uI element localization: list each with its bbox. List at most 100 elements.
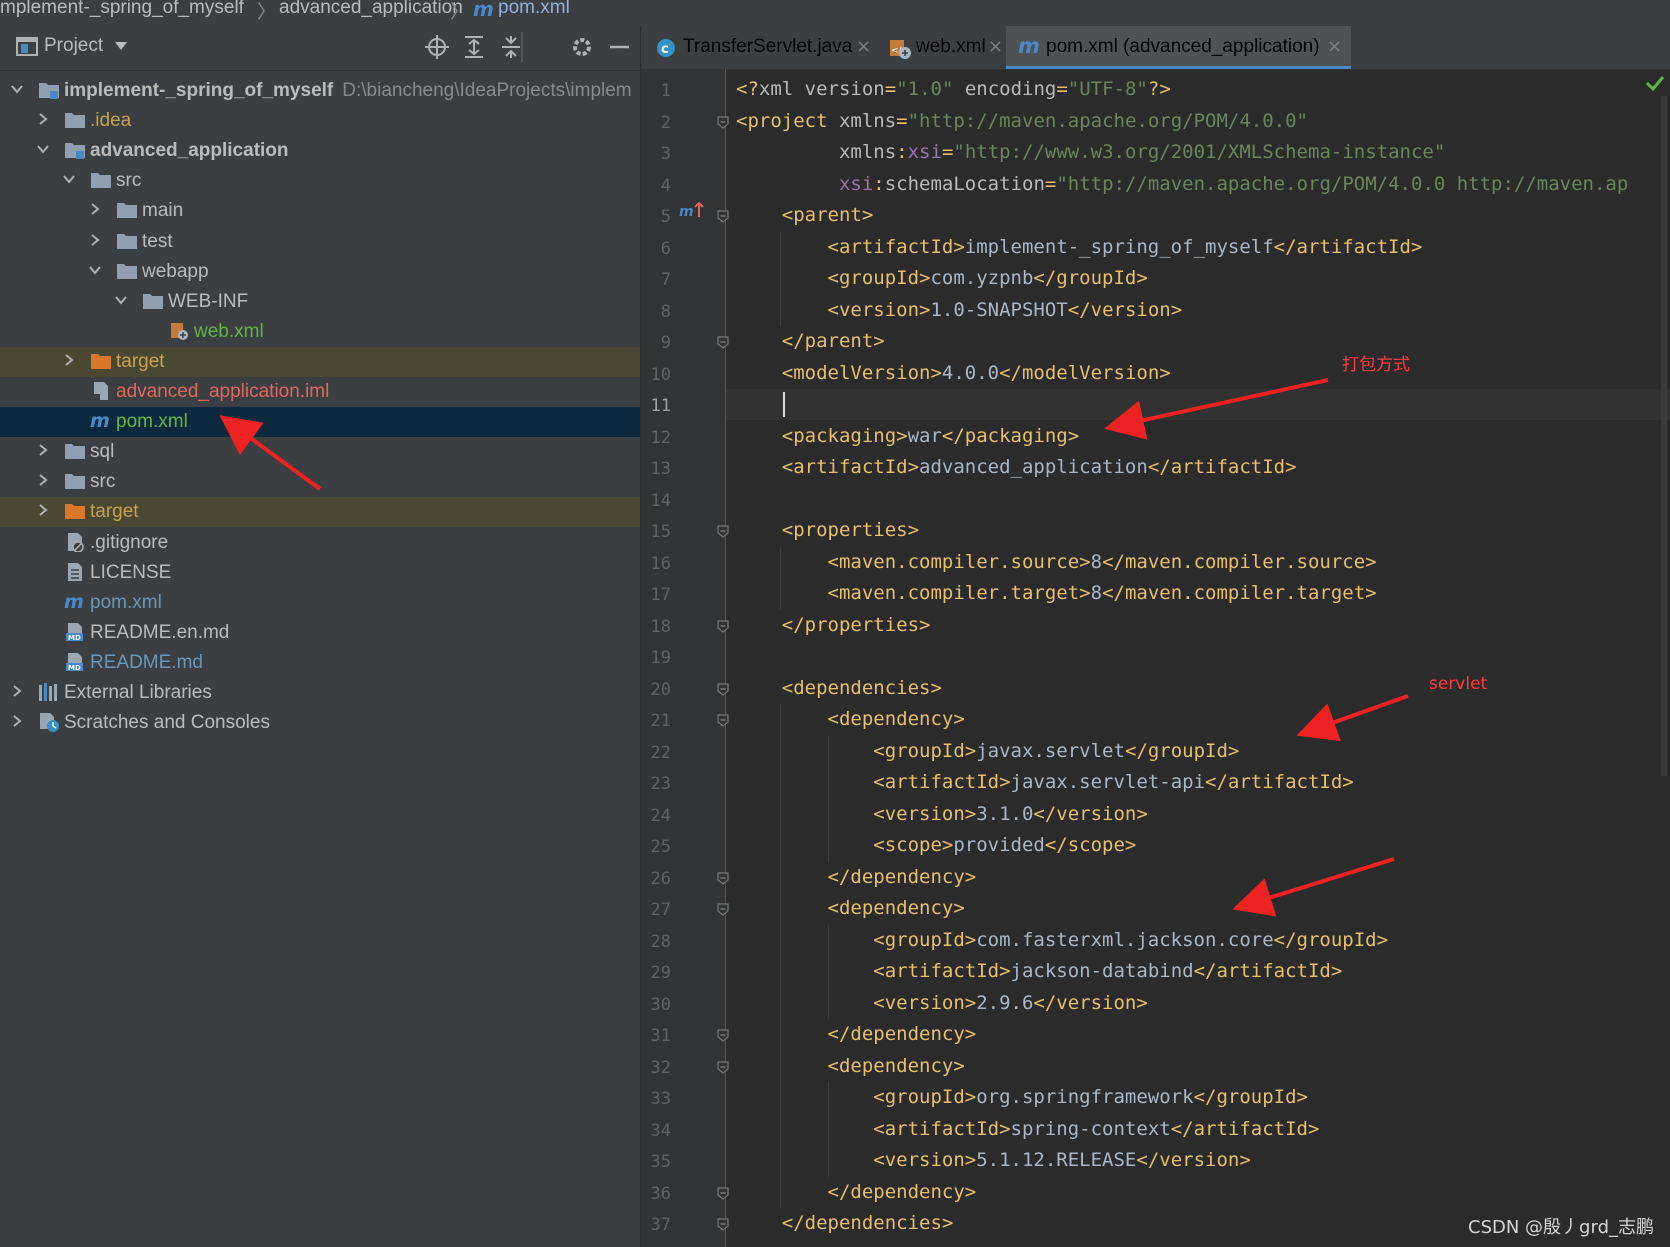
tree-item[interactable]: m pom.xml: [0, 407, 640, 438]
fold-marker-icon[interactable]: [716, 1028, 730, 1042]
tree-item[interactable]: .idea: [0, 106, 640, 136]
tree-item[interactable]: External Libraries: [0, 678, 640, 708]
line-number: 35: [650, 1152, 671, 1172]
close-icon[interactable]: ×: [856, 36, 871, 57]
code-token: </groupId>: [1033, 267, 1148, 289]
svg-text:m: m: [90, 411, 110, 431]
breadcrumb-module[interactable]: advanced_application: [279, 0, 463, 19]
maven-parent-gutter-icon[interactable]: m: [679, 200, 705, 226]
breadcrumb-project[interactable]: mplement-_spring_of_myself: [0, 0, 244, 19]
tree-item[interactable]: sql: [0, 437, 640, 467]
fold-marker-icon[interactable]: [716, 335, 730, 349]
tree-item[interactable]: MD README.en.md: [0, 618, 640, 648]
fold-marker-icon[interactable]: [716, 871, 730, 885]
chevron-down-icon[interactable]: [88, 263, 102, 277]
code-token: jackson-databind: [1010, 960, 1194, 982]
tree-item[interactable]: .gitignore: [0, 528, 640, 558]
fold-marker-icon[interactable]: [716, 902, 730, 916]
tree-item-name: LICENSE: [90, 561, 172, 583]
project-toolbar: Project: [0, 26, 640, 71]
tab-pom-xml[interactable]: m pom.xml (advanced_application) ×: [1006, 26, 1351, 69]
no-problems-check-icon[interactable]: [1645, 74, 1665, 96]
tree-item[interactable]: advanced_application: [0, 136, 640, 166]
project-view-selector[interactable]: Project: [44, 35, 103, 57]
tree-item[interactable]: target: [0, 346, 640, 377]
tree-item[interactable]: LICENSE: [0, 558, 640, 588]
fold-marker-icon[interactable]: [716, 209, 730, 223]
tree-item[interactable]: target: [0, 497, 640, 528]
tree-item[interactable]: advanced_application.iml: [0, 377, 640, 407]
tab-transferservlet[interactable]: c TransferServlet.java ×: [641, 26, 876, 69]
tree-item[interactable]: webapp: [0, 257, 640, 287]
code-token: </artifactId>: [1147, 456, 1297, 478]
code-line: <?xml version="1.0" encoding="UTF-8"?>: [736, 74, 1171, 105]
chevron-right-icon[interactable]: [36, 443, 50, 457]
line-number: 32: [650, 1057, 671, 1078]
fold-marker-icon[interactable]: [716, 1217, 730, 1231]
chevron-right-icon[interactable]: [10, 684, 24, 698]
folder-icon: [64, 441, 86, 461]
chevron-down-icon[interactable]: [36, 142, 50, 156]
chevron-right-icon[interactable]: [88, 233, 102, 247]
close-icon[interactable]: ×: [1327, 36, 1342, 57]
tree-item[interactable]: test: [0, 227, 640, 257]
chevron-right-icon[interactable]: [36, 473, 50, 487]
code-token: com.yzpnb: [930, 267, 1034, 289]
chevron-right-icon[interactable]: [62, 353, 76, 367]
fold-marker-icon[interactable]: [716, 1186, 730, 1200]
code-area[interactable]: <?xml version="1.0" encoding="UTF-8"?> <p…: [726, 69, 1670, 1247]
chevron-right-icon[interactable]: [36, 503, 50, 517]
chevron-right-icon[interactable]: [88, 202, 102, 216]
tree-item[interactable]: src: [0, 467, 640, 497]
line-number: 33: [650, 1089, 671, 1109]
fold-marker-icon[interactable]: [716, 1060, 730, 1074]
chevron-right-icon[interactable]: [10, 714, 24, 728]
vertical-scrollbar[interactable]: [1661, 96, 1667, 776]
chevron-right-icon[interactable]: [36, 112, 50, 126]
tree-item-name: sql: [90, 441, 115, 463]
expand-all-icon[interactable]: [461, 34, 487, 60]
tree-item[interactable]: web.xml: [0, 317, 640, 347]
svg-text:m: m: [64, 592, 84, 612]
fold-marker-icon[interactable]: [716, 524, 730, 538]
chevron-down-icon[interactable]: [114, 293, 128, 307]
line-number: 23: [650, 774, 671, 794]
tree-item[interactable]: MD README.md: [0, 648, 640, 678]
code-token: </scope>: [1044, 834, 1137, 856]
breadcrumb-file[interactable]: pom.xml: [498, 0, 570, 19]
chevron-down-icon[interactable]: [62, 172, 76, 186]
fold-marker-icon[interactable]: [716, 713, 730, 727]
code-token: <?: [736, 78, 759, 100]
code-token: <artifactId>: [736, 456, 920, 478]
iml-file-icon: [90, 381, 112, 401]
tree-item-label: pom.xml: [90, 592, 162, 614]
code-token: spring-context: [1010, 1117, 1171, 1140]
code-token: 2.9.6: [976, 991, 1034, 1014]
tree-item[interactable]: m pom.xml: [0, 588, 640, 618]
tree-item-name: test: [142, 230, 173, 252]
fold-marker-icon[interactable]: [716, 682, 730, 696]
line-number: 17: [650, 585, 671, 605]
tree-item-label: pom.xml: [116, 411, 188, 433]
fold-marker-icon[interactable]: [716, 619, 730, 633]
tree-item[interactable]: src: [0, 166, 640, 196]
line-number: 22: [650, 742, 671, 763]
tree-item-label: LICENSE: [90, 562, 171, 584]
fold-marker-icon[interactable]: [716, 115, 730, 129]
close-icon[interactable]: ×: [988, 36, 1003, 57]
code-token: javax.servlet-api: [1010, 771, 1206, 793]
tree-item[interactable]: main: [0, 196, 640, 226]
code-token: </groupId>: [1273, 928, 1389, 951]
chevron-down-icon[interactable]: [10, 82, 24, 96]
tree-item[interactable]: WEB-INF: [0, 287, 640, 317]
tree-item[interactable]: Scratches and Consoles: [0, 708, 640, 738]
code-token: "UTF-8": [1067, 78, 1148, 100]
line-number: 31: [650, 1026, 671, 1046]
code-token: javax.servlet: [976, 739, 1125, 762]
chevron-down-icon[interactable]: [114, 39, 140, 65]
hide-panel-icon[interactable]: [607, 34, 633, 60]
tree-item[interactable]: implement-_spring_of_myself D:\biancheng\…: [0, 76, 640, 106]
locate-file-icon[interactable]: [424, 34, 450, 60]
tab-web-xml[interactable]: </> web.xml ×: [876, 26, 1006, 69]
gear-icon[interactable]: [569, 34, 595, 60]
